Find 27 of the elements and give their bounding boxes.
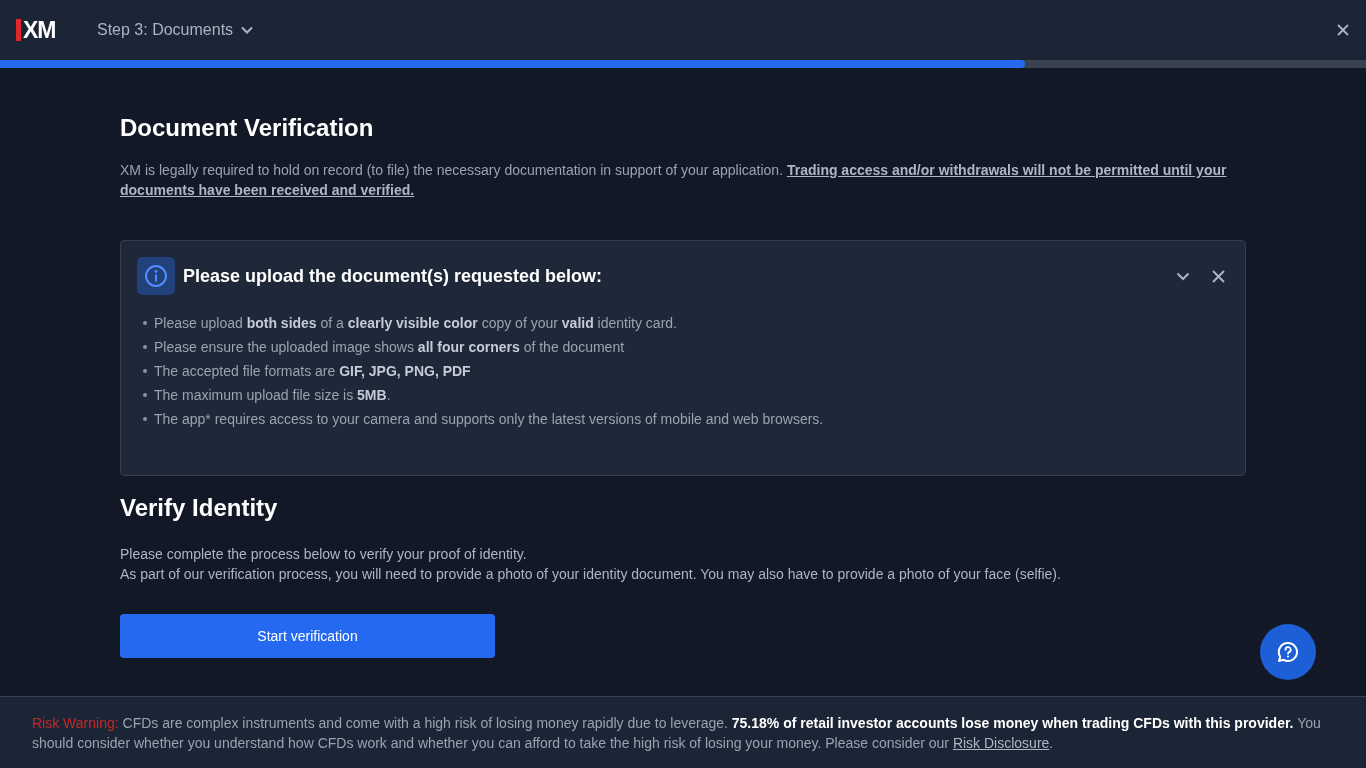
bullet-icon <box>143 417 147 421</box>
risk-disclosure-link[interactable]: Risk Disclosure <box>952 735 1050 751</box>
requirement-text: The maximum upload file size is 5MB. <box>154 386 391 405</box>
bullet-icon <box>143 393 147 397</box>
section-title: Verify Identity <box>120 494 279 522</box>
requirement-text: Please upload both sides of a clearly visible color copy of your valid identity card. <box>154 314 677 333</box>
bullet-icon <box>143 369 147 373</box>
chevron-down-icon <box>241 26 254 34</box>
logo[interactable]: XM <box>16 19 65 41</box>
bullet-icon <box>143 345 147 349</box>
description-text: As part of our verification process, you will need to provide a photo of your identity document. You may also have to provide a photo of your face (selfie). <box>120 565 1062 584</box>
notice-title: Please upload the document(s) requested below: <box>183 265 603 287</box>
requirement-text: The app* requires access to your camera and supports only the latest versions of mobile and web browsers. <box>154 410 824 429</box>
close-icon[interactable] <box>1337 24 1349 36</box>
intro-text: XM is legally required to hold on record (to file) the necessary documentation in support of your application. Trading access and/or withdrawals will not be permitted until your documents have been received and verified. <box>120 161 1228 200</box>
bullet-icon <box>143 321 147 325</box>
section-title: Document Verification <box>120 114 375 142</box>
close-icon[interactable] <box>1212 269 1225 283</box>
chevron-down-icon[interactable] <box>1176 271 1190 281</box>
risk-warning-text: Risk Warning: CFDs are complex instruments and come with a high risk of losing money rapidly due to leverage. 75.18% of retail investor accounts lose money when trading CFDs with this provider. You should consider whether you understand how CFDs work and whether you can afford to take the high risk of losing your money. Please consider our Risk Disclosure. <box>32 714 1322 753</box>
help-chat-button[interactable] <box>1260 624 1316 680</box>
start-verification-button[interactable]: Start verification <box>120 614 495 658</box>
info-icon <box>137 257 175 295</box>
description-text: Please complete the process below to verify your proof of identity. <box>120 545 528 564</box>
requirement-text: Please ensure the uploaded image shows all four corners of the document <box>154 338 625 357</box>
requirement-text: The accepted file formats are GIF, JPG, PNG, PDF <box>154 362 471 381</box>
step-dropdown[interactable]: Step 3: Documents <box>97 21 254 39</box>
